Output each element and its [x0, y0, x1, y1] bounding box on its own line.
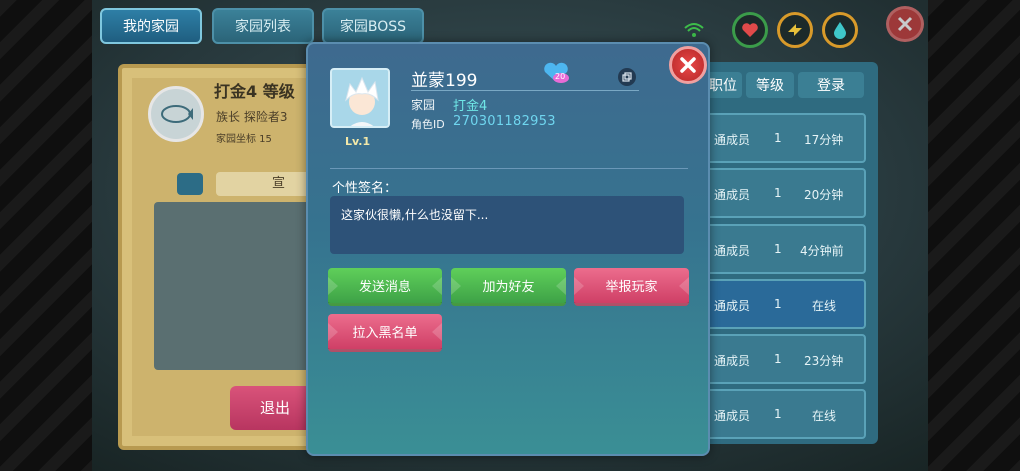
home-leader: 族长 探险者3 — [216, 110, 288, 124]
member-level: 1 — [774, 297, 782, 311]
home-value[interactable]: 打金4 — [453, 95, 487, 114]
right-letterbox — [928, 0, 1020, 471]
member-row[interactable]: 通成员 1 在线 — [706, 279, 866, 329]
dialog-divider — [330, 168, 688, 169]
tab-home-list[interactable]: 家园列表 — [212, 8, 314, 44]
notice-box — [154, 202, 324, 370]
member-level: 1 — [774, 186, 782, 200]
member-row[interactable]: 通成员 1 17分钟 — [706, 113, 866, 163]
member-role: 通成员 — [714, 133, 751, 147]
member-level: 1 — [774, 131, 782, 145]
member-role: 通成员 — [714, 299, 751, 313]
member-level: 1 — [774, 407, 782, 421]
home-coords: 家园坐标 15 — [216, 134, 272, 145]
tab-home-boss[interactable]: 家园BOSS — [322, 8, 424, 44]
member-login: 17分钟 — [804, 133, 844, 147]
tab-my-home[interactable]: 我的家园 — [100, 8, 202, 44]
home-emblem-icon — [148, 86, 204, 142]
home-label: 家园 — [411, 98, 436, 112]
heart-status-icon[interactable] — [732, 12, 768, 48]
top-close-button[interactable] — [886, 6, 924, 42]
close-icon — [680, 57, 696, 73]
header-login: 登录 — [798, 72, 864, 98]
water-status-icon[interactable] — [822, 12, 858, 48]
signature-text: 这家伙很懒,什么也没留下... — [341, 208, 489, 222]
blacklist-label: 拉入黑名单 — [352, 326, 418, 341]
member-login: 在线 — [812, 299, 837, 313]
send-message-button[interactable]: 发送消息 — [328, 268, 442, 306]
role-id-label: 角色ID — [411, 118, 445, 131]
member-role: 通成员 — [714, 188, 751, 202]
home-name: 打金4 等级 — [214, 82, 295, 101]
member-role: 通成员 — [714, 244, 751, 258]
send-message-label: 发送消息 — [358, 280, 411, 295]
player-name: 並蒙199 — [411, 71, 478, 91]
wifi-icon — [684, 23, 704, 37]
member-row[interactable]: 通成员 1 在线 — [706, 389, 866, 439]
player-level: Lv.1 — [345, 135, 371, 148]
add-friend-label: 加为好友 — [482, 280, 535, 295]
left-letterbox — [0, 0, 92, 471]
header-level: 等级 — [746, 72, 794, 98]
member-role: 通成员 — [714, 409, 751, 423]
heart-badge: 20 — [541, 62, 571, 84]
signature-box — [330, 196, 684, 254]
member-login: 4分钟前 — [800, 244, 844, 258]
member-level: 1 — [774, 242, 782, 256]
avatar[interactable] — [330, 68, 390, 128]
member-login: 20分钟 — [804, 188, 844, 202]
copy-icon[interactable] — [618, 68, 636, 86]
notice-icon — [177, 173, 203, 195]
blacklist-button[interactable]: 拉入黑名单 — [328, 314, 442, 352]
member-row[interactable]: 通成员 1 20分钟 — [706, 168, 866, 218]
avatar-character-icon — [332, 70, 388, 126]
role-id-value: 270301182953 — [453, 114, 556, 129]
signature-label: 个性签名： — [332, 181, 398, 196]
add-friend-button[interactable]: 加为好友 — [451, 268, 566, 306]
report-player-label: 举报玩家 — [605, 280, 658, 295]
report-player-button[interactable]: 举报玩家 — [574, 268, 689, 306]
member-row[interactable]: 通成员 1 4分钟前 — [706, 224, 866, 274]
name-divider — [411, 90, 639, 91]
member-level: 1 — [774, 352, 782, 366]
member-role: 通成员 — [714, 354, 751, 368]
dialog-close-button[interactable] — [669, 46, 707, 84]
stamina-status-icon[interactable] — [777, 12, 813, 48]
member-login: 在线 — [812, 409, 837, 423]
heart-badge-value: 20 — [555, 72, 566, 81]
member-login: 23分钟 — [804, 354, 844, 368]
member-row[interactable]: 通成员 1 23分钟 — [706, 334, 866, 384]
close-icon — [897, 16, 913, 32]
